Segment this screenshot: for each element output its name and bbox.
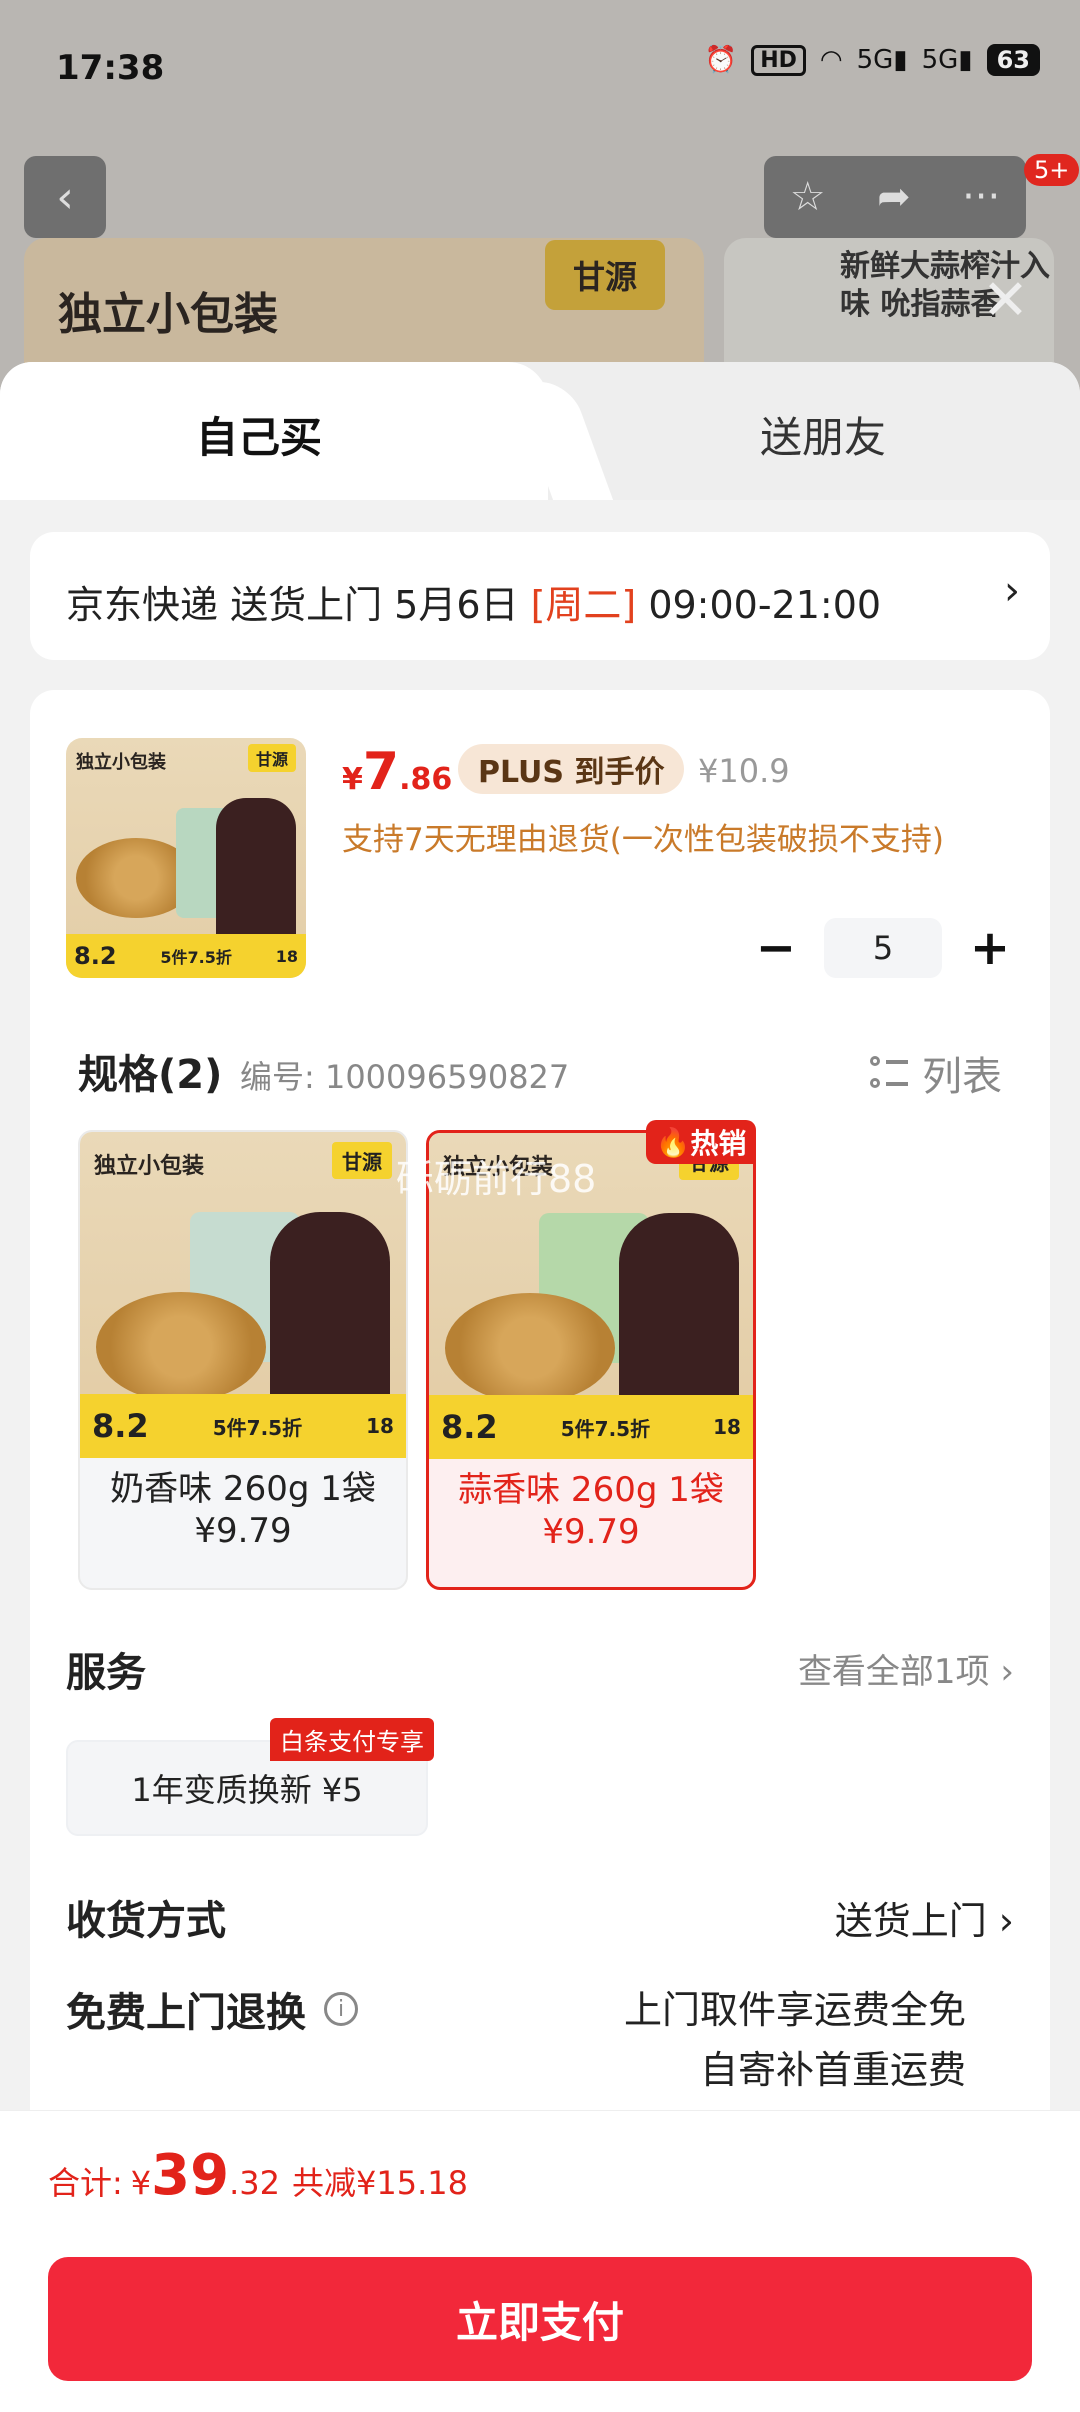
chevron-right-icon: › (1000, 1652, 1014, 1692)
chevron-right-icon: › (1004, 568, 1020, 614)
price: ¥7.86 (342, 742, 453, 802)
minus-button[interactable]: − (746, 918, 806, 978)
wifi-icon: ◠ (819, 45, 843, 75)
info-icon[interactable]: i (324, 1992, 358, 2026)
tab-send-friend[interactable]: 送朋友 (760, 404, 886, 465)
back-button[interactable]: ‹ (24, 156, 106, 238)
plus-price-tag: PLUS 到手价 (458, 744, 685, 794)
top-actions: ☆ ➦ ··· (764, 156, 1026, 238)
watermark: 砾砺前行88 (396, 1157, 597, 1201)
brand-logo: 甘源 (247, 744, 296, 772)
delivery-row[interactable]: 京东快递 送货上门 5月6日 [周二] 09:00-21:00 › (30, 532, 1050, 660)
5g-signal-icon: 5G▮ (856, 45, 908, 75)
original-price: ¥10.9 (698, 752, 790, 790)
brand-logo: 甘源 (545, 240, 665, 310)
quantity-stepper: − 5 + (746, 918, 1020, 978)
5g-signal-icon: 5G▮ (921, 45, 973, 75)
spec-label: 奶香味 260g 1袋 ¥9.79 (110, 1469, 376, 1551)
plus-button[interactable]: + (960, 918, 1020, 978)
share-icon[interactable]: ➦ (877, 174, 911, 220)
chevron-left-icon: ‹ (56, 171, 74, 223)
tab-buy-self[interactable]: 自己买 (196, 404, 322, 465)
quantity-input[interactable]: 5 (824, 918, 942, 978)
cart-badge: 5+ (1024, 154, 1080, 186)
shipping-value[interactable]: 送货上门 › (835, 1890, 1014, 1945)
total-discount: 共减¥15.18 (291, 2164, 468, 2202)
spec-image: 独立小包装 甘源 8.25件7.5折18 (80, 1132, 406, 1458)
spec-label: 蒜香味 260g 1袋 ¥9.79 (458, 1470, 724, 1552)
chevron-right-icon: › (998, 1899, 1014, 1943)
product-code: 编号: 100096590827 (240, 1058, 570, 1096)
alarm-icon: ⏰ (704, 45, 738, 75)
tab-row: 自己买 送朋友 (0, 362, 1080, 502)
total-price: 合计: ¥ 39 .32 共减¥15.18 (48, 2143, 468, 2208)
product-thumbnail[interactable]: 独立小包装 甘源 8.2 5件7.5折 18 (66, 738, 306, 978)
delivery-text: 京东快递 送货上门 5月6日 [周二] 09:00-21:00 (66, 583, 882, 627)
list-icon (870, 1054, 908, 1092)
fire-icon: 🔥 (655, 1125, 691, 1159)
service-title: 服务 (66, 1650, 146, 1696)
spec-option-milk[interactable]: 独立小包装 甘源 8.2 5件7.5折 18 奶香味 260g 1袋 ¥9.79 (78, 1130, 408, 1590)
shipping-title: 收货方式 (66, 1898, 226, 1944)
status-icons: ⏰ HD ◠ 5G▮ 5G▮ 63 (705, 44, 1040, 76)
list-view-button[interactable]: 列表 (870, 1044, 1002, 1102)
pay-now-button[interactable]: 立即支付 (48, 2257, 1032, 2381)
close-icon[interactable]: ✕ (982, 268, 1029, 333)
status-time: 17:38 (56, 48, 165, 88)
returns-value: 上门取件享运费全免 自寄补首重运费 (623, 1988, 966, 2092)
brand-logo: 甘源 (332, 1142, 392, 1179)
returns-title: 免费上门退换 i (66, 1980, 358, 2038)
star-icon[interactable]: ☆ (790, 174, 826, 220)
battery-icon: 63 (986, 44, 1040, 76)
spec-title: 规格(2) (78, 1052, 223, 1098)
checkout-bar: 合计: ¥ 39 .32 共减¥15.18 立即支付 (0, 2110, 1080, 2412)
more-icon[interactable]: ··· (962, 174, 1000, 220)
banner-title: 独立小包装 (58, 289, 278, 340)
return-policy: 支持7天无理由退货(一次性包装破损不支持) (342, 822, 944, 858)
service-view-all[interactable]: 查看全部1项 › (798, 1644, 1014, 1693)
service-tag: 白条支付专享 (270, 1718, 434, 1761)
hd-icon: HD (751, 44, 806, 76)
status-bar: 17:38 ⏰ HD ◠ 5G▮ 5G▮ 63 (0, 0, 1080, 140)
hot-sale-badge: 🔥 热销 (646, 1120, 756, 1164)
purchase-sheet: 自己买 送朋友 京东快递 送货上门 5月6日 [周二] 09:00-21:00 … (0, 362, 1080, 2412)
delivery-weekday: [周二] (530, 583, 637, 627)
